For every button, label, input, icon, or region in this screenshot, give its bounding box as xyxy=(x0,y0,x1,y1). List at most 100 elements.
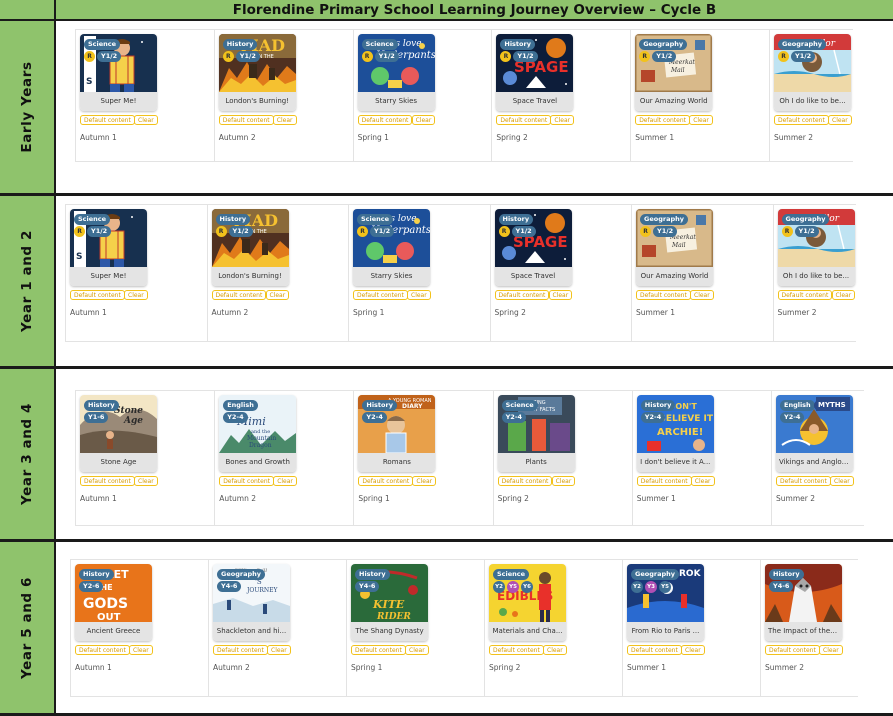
clear-button[interactable]: Clear xyxy=(129,645,153,655)
clear-button[interactable]: Clear xyxy=(828,115,852,125)
default-content-button[interactable]: Default content xyxy=(211,290,267,300)
term-label: Spring 2 xyxy=(497,494,529,503)
topic-card[interactable]: S Science R Y1/2 Super Me! xyxy=(70,209,147,286)
topic-card[interactable]: HOLLETTHEGODSOUTHistoryY2-6Ancient Greec… xyxy=(75,564,152,641)
default-content-button[interactable]: Default content xyxy=(636,476,692,486)
default-content-button[interactable]: Default content xyxy=(80,115,135,125)
default-content-button[interactable]: Default content xyxy=(357,115,413,125)
clear-button[interactable]: Clear xyxy=(124,290,148,300)
topic-title: Our Amazing World xyxy=(636,267,713,286)
term-label: Summer 2 xyxy=(776,494,815,503)
svg-text:ARCHIE!: ARCHIE! xyxy=(657,427,703,438)
topic-card[interactable]: Mimi and the Mountain Dragon English Y2-4 Bone… xyxy=(219,395,297,472)
clear-button[interactable]: Clear xyxy=(831,290,856,300)
default-content-button[interactable]: Default content xyxy=(358,476,414,486)
clear-button[interactable]: Clear xyxy=(134,476,158,486)
default-content-button[interactable]: Default content xyxy=(765,645,820,655)
term-label: Summer 1 xyxy=(636,494,676,503)
term-label: Summer 2 xyxy=(774,133,813,142)
svg-text:Mail: Mail xyxy=(670,67,685,74)
topic-card[interactable]: A YOUNG ROMAN DIARY History Y2-4 Romans xyxy=(358,395,436,472)
year-badge: Y1/2 xyxy=(235,51,260,62)
clear-button[interactable]: Clear xyxy=(819,645,843,655)
clear-button[interactable]: Clear xyxy=(412,476,437,486)
topic-card[interactable]: ROK Geography Y2 Y3 Y5 From Rio to Paris ... xyxy=(627,564,704,641)
clear-button[interactable]: Clear xyxy=(689,115,713,125)
topic-card[interactable]: Meerkat Mail Geography R Y1/2 Our Amazing Wor… xyxy=(636,209,713,286)
reception-badge: R xyxy=(640,226,651,237)
term-slot: MAD IN THE History R Y1/2 London's Burning! De… xyxy=(208,205,349,341)
clear-button[interactable]: Clear xyxy=(681,645,705,655)
term-slot: AMAZINGPLANT FACTSScienceY2-4Plants Defau… xyxy=(494,391,633,525)
term-label: Spring 2 xyxy=(496,133,528,142)
default-content-button[interactable]: Default content xyxy=(777,290,833,300)
clear-button[interactable]: Clear xyxy=(407,290,431,300)
topic-card[interactable]: Stone Age History Y1-6 Stone Age xyxy=(80,395,157,472)
default-content-button[interactable]: Default content xyxy=(635,115,690,125)
topic-card[interactable]: Meerkat Mail Geography R Y1/2 Our Amazing Wor… xyxy=(635,34,713,111)
topic-card[interactable]: History Y4-6 The Impact of the ... xyxy=(765,564,842,641)
topic-title: Shackleton and hi... xyxy=(213,622,290,641)
year-group-label: Year 3 and 4 xyxy=(19,403,35,505)
topic-card[interactable]: MAD IN THE History R Y1/2 London's Burning! xyxy=(211,209,289,286)
clear-button[interactable]: Clear xyxy=(267,645,291,655)
default-content-button[interactable]: Default content xyxy=(219,476,274,486)
default-content-button[interactable]: Default content xyxy=(636,290,691,300)
topic-card[interactable]: KITE RIDER History Y4-6 The Shang Dynasty xyxy=(351,564,428,641)
default-content-button[interactable]: Default content xyxy=(497,476,553,486)
clear-button[interactable]: Clear xyxy=(411,115,436,125)
default-content-button[interactable]: Default content xyxy=(489,645,544,655)
topic-title: Super Me! xyxy=(70,267,147,286)
topic-card[interactable]: MAD IN THE History R Y1/2 London's Burning! xyxy=(218,34,296,111)
year-badge: Y1/2 xyxy=(652,51,677,62)
term-label: Spring 2 xyxy=(489,663,521,672)
term-slot: SPAGE History R Y1/2 Space Travel Default con… xyxy=(491,205,632,341)
clear-button[interactable]: Clear xyxy=(690,290,714,300)
reception-badge: R xyxy=(778,51,789,62)
topic-card[interactable]: SailorGeographyRY1/2Oh I do like to be..… xyxy=(774,34,851,111)
clear-button[interactable]: Clear xyxy=(690,476,715,486)
clear-button[interactable]: Clear xyxy=(273,476,297,486)
default-content-button[interactable]: Default content xyxy=(627,645,682,655)
clear-button[interactable]: Clear xyxy=(550,115,575,125)
topic-card[interactable]: English MYTHS Y2-4 Vikings and Anglo ... xyxy=(776,395,853,472)
clear-button[interactable]: Clear xyxy=(830,476,854,486)
topic-card[interactable]: Aliens loveUnderpantsScienceRY1/2Starry … xyxy=(353,209,430,286)
topic-title: Starry Skies xyxy=(353,267,430,286)
topic-title: Materials and Cha... xyxy=(489,622,566,641)
default-content-button[interactable]: Default content xyxy=(496,115,552,125)
default-content-button[interactable]: Default content xyxy=(494,290,550,300)
term-slot: A YOUNG ROMAN DIARY History Y2-4 Romans Defau… xyxy=(354,391,494,525)
default-content-button[interactable]: Default content xyxy=(774,115,829,125)
default-content-button[interactable]: Default content xyxy=(70,290,125,300)
term-slot: MAD IN THE History R Y1/2 London's Burning! De… xyxy=(215,30,354,161)
topic-card[interactable]: SailorGeographyRY1/2Oh I do like to be..… xyxy=(777,209,855,286)
topic-card[interactable]: SPAGE History R Y1/2 Space Travel xyxy=(494,209,572,286)
topic-card[interactable]: AMAZINGPLANT FACTSScienceY2-4Plants xyxy=(497,395,575,472)
topic-card[interactable]: SPAGE History R Y1/2 Space Travel xyxy=(496,34,574,111)
term-label: Summer 2 xyxy=(777,308,817,317)
clear-button[interactable]: Clear xyxy=(551,476,576,486)
default-content-button[interactable]: Default content xyxy=(75,645,130,655)
default-content-button[interactable]: Default content xyxy=(218,115,274,125)
clear-button[interactable]: Clear xyxy=(272,115,297,125)
default-content-button[interactable]: Default content xyxy=(213,645,268,655)
default-content-button[interactable]: Default content xyxy=(351,645,406,655)
clear-button[interactable]: Clear xyxy=(543,645,567,655)
topic-card[interactable]: William Grill'SJOURNEYGeographyY4-6Shack… xyxy=(213,564,290,641)
topic-card[interactable]: I DON'T BELIEVE IT ARCHIE! History Y2-4 I don… xyxy=(636,395,714,472)
term-slot: S Science R Y1/2 Super Me! Default content Cle… xyxy=(66,205,208,341)
default-content-button[interactable]: Default content xyxy=(776,476,831,486)
topic-card[interactable]: Aliens loveUnderpantsScienceRY1/2Starry … xyxy=(357,34,435,111)
topic-card[interactable]: S Science R Y1/2 Super Me! xyxy=(80,34,157,111)
clear-button[interactable]: Clear xyxy=(548,290,573,300)
topic-title: Super Me! xyxy=(80,92,157,111)
clear-button[interactable]: Clear xyxy=(265,290,290,300)
clear-button[interactable]: Clear xyxy=(134,115,158,125)
cover-title-text: MYTHS xyxy=(814,400,850,411)
year-badge: Y4-6 xyxy=(769,581,794,592)
topic-card[interactable]: EDIBLES Science Y2 Y5 Y6 Materials and Cha... xyxy=(489,564,566,641)
default-content-button[interactable]: Default content xyxy=(80,476,135,486)
clear-button[interactable]: Clear xyxy=(405,645,429,655)
default-content-button[interactable]: Default content xyxy=(353,290,408,300)
